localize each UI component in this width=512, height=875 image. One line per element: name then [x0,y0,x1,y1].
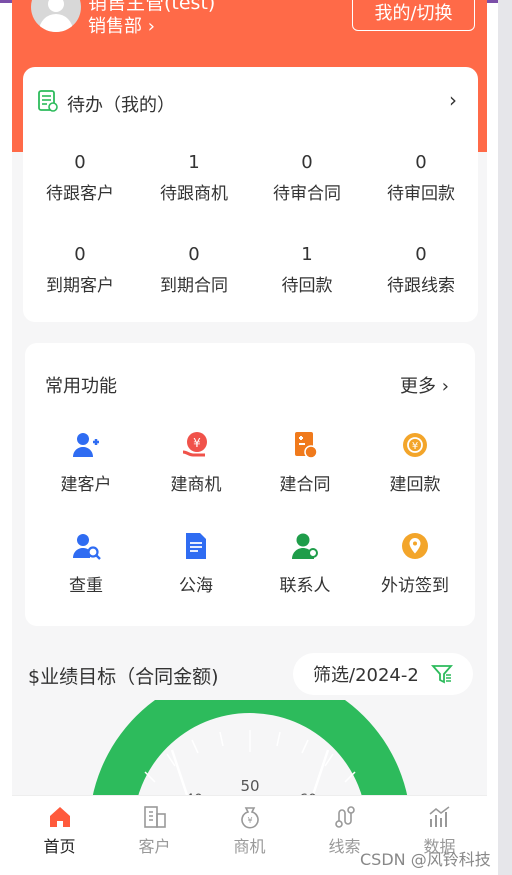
gauge-label: 50 [240,777,259,795]
svg-text:¥: ¥ [193,436,201,450]
svg-text:¥: ¥ [247,816,252,825]
more-link[interactable]: 更多 › [400,372,449,398]
svg-text:¥: ¥ [412,441,418,452]
filter-button[interactable]: 筛选/2024-2 [293,653,473,695]
func-add-payment[interactable]: ¥ 建回款 [359,430,471,495]
func-duplicate-check[interactable]: 查重 [30,531,142,596]
money-bag-icon: ¥ [240,807,259,829]
functions-title: 常用功能 [45,376,117,397]
chevron-right-icon: › [436,376,449,397]
user-dept[interactable]: 销售部 › [88,12,155,38]
stat-item[interactable]: 0 待跟客户 [23,152,137,204]
func-add-opportunity[interactable]: ¥ 建商机 [140,430,252,495]
tab-opportunity[interactable]: ¥ 商机 [202,804,297,857]
stat-item[interactable]: 0 到期客户 [23,244,137,296]
switch-button[interactable]: 我的/切换 [352,0,475,31]
add-user-icon [73,433,99,457]
tab-home[interactable]: 首页 [12,804,107,857]
chevron-right-icon: › [142,16,155,37]
func-public-pool[interactable]: 公海 [140,531,252,596]
func-visit-checkin[interactable]: 外访签到 [359,531,471,596]
stat-item[interactable]: 0 到期合同 [137,244,251,296]
home-icon [49,807,70,827]
user-search-icon [73,534,101,560]
performance-gauge: 50 40 60 [91,700,409,800]
route-icon [334,806,355,828]
chart-icon [429,806,449,827]
func-contacts[interactable]: 联系人 [249,531,361,596]
func-add-contract[interactable]: 建合同 [249,430,361,495]
scroll-gutter [498,0,512,875]
stat-item[interactable]: 0 待审回款 [364,152,478,204]
yuan-hand-icon: ¥ [182,432,207,457]
contract-icon [295,432,318,459]
document-icon [186,533,206,559]
contact-icon [292,533,318,559]
building-icon [143,806,166,828]
stat-item[interactable]: 1 待跟商机 [137,152,251,204]
stat-item[interactable]: 1 待回款 [250,244,364,296]
payment-icon: ¥ [403,433,427,457]
task-list-icon [38,90,58,112]
stat-item[interactable]: 0 待审合同 [250,152,364,204]
tab-customer[interactable]: 客户 [107,804,202,857]
func-add-customer[interactable]: 建客户 [30,430,142,495]
chevron-right-icon[interactable]: › [449,88,457,112]
stat-item[interactable]: 0 待跟线索 [364,244,478,296]
todo-title: 待办（我的） [67,95,175,116]
watermark: CSDN @风铃科技 [360,850,491,869]
filter-icon [431,665,453,684]
performance-title: $业绩目标（合同金额) [28,666,219,688]
location-pin-icon [402,533,428,559]
